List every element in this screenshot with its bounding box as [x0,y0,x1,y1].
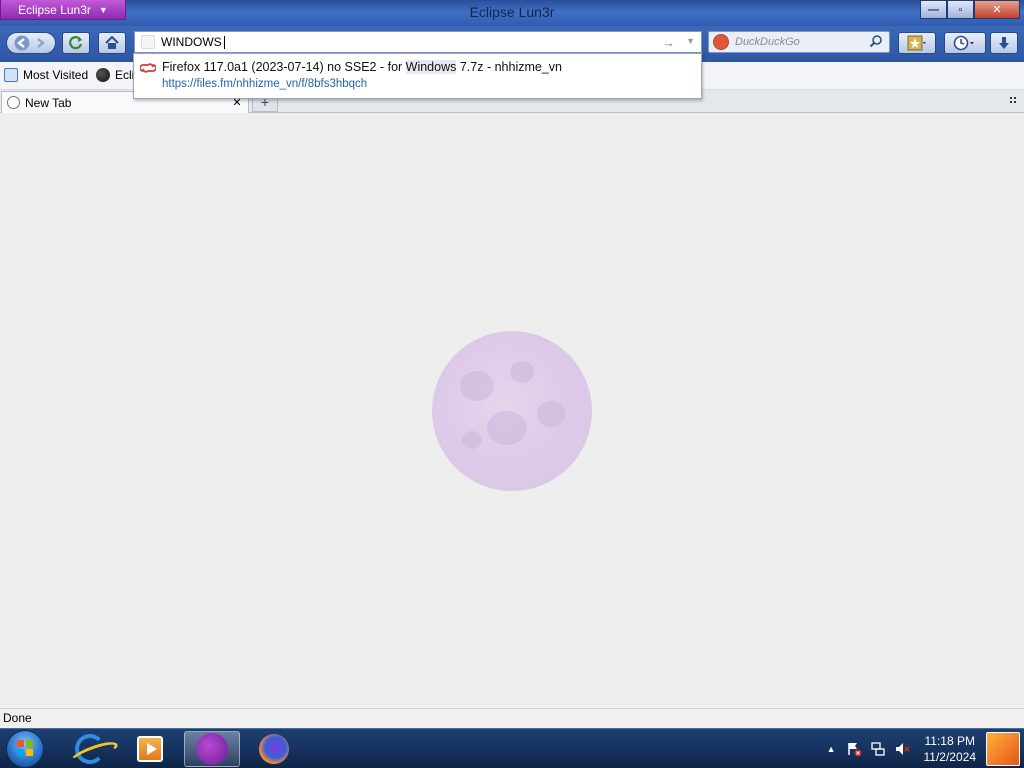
maximize-button[interactable]: ▫ [947,0,974,19]
moon-crater [510,361,534,383]
home-button[interactable] [98,32,126,54]
bookmark-most-visited[interactable]: Most Visited [4,68,88,82]
autocomplete-title-text: Firefox 117.0a1 (2023-07-14) no SSE2 - f… [162,60,406,74]
system-tray: ▲ 11:18 PM 11/2/2024 [827,729,1024,768]
taskbar-clock[interactable]: 11:18 PM 11/2/2024 [924,733,977,765]
taskbar: ▲ 11:18 PM 11/2/2024 [0,728,1024,768]
clock-time: 11:18 PM [924,734,975,748]
show-desktop-button[interactable] [986,732,1020,766]
minimize-icon: — [928,3,939,16]
tab-grid-icon[interactable] [1009,96,1018,105]
moon-crater [487,411,527,445]
page-icon [141,35,155,49]
media-player-icon [137,736,163,762]
action-center-flag-icon[interactable] [846,741,862,757]
windows-logo-icon [16,739,34,760]
search-placeholder: DuckDuckGo [735,36,800,48]
internet-explorer-icon [75,734,105,764]
back-forward-group [6,32,56,54]
duckduckgo-icon[interactable] [713,34,729,50]
maximize-icon: ▫ [958,3,963,16]
forward-arrow-icon[interactable] [34,36,48,50]
clock-date: 11/2/2024 [923,750,977,764]
downloads-button[interactable] [990,32,1018,54]
url-history-dropdown-icon[interactable]: ▼ [686,36,695,46]
history-menu-button[interactable] [944,32,986,54]
bookmark-label: Ecli [115,68,135,82]
go-arrow-icon[interactable]: → [662,35,675,50]
bookmark-eclipse[interactable]: Ecli [96,68,134,82]
url-input[interactable]: WINDOWS [161,34,225,50]
autocomplete-title-text: 7.7z - nhhizme_vn [456,60,562,74]
autocomplete-title-match: Windows [405,60,457,74]
close-icon: ✕ [992,4,1002,16]
eclipse-icon [96,68,110,82]
network-icon[interactable] [870,741,886,757]
autocomplete-title: Firefox 117.0a1 (2023-07-14) no SSE2 - f… [162,60,562,74]
download-arrow-icon [996,35,1012,51]
globe-icon [7,96,20,109]
files-fm-icon [139,62,157,73]
autocomplete-url: https://files.fm/nhhizme_vn/f/8bfs3hbqch [162,78,368,90]
minimize-button[interactable]: — [920,0,947,19]
most-visited-icon [4,68,18,82]
text-cursor [223,36,225,50]
clock-history-icon [953,35,977,51]
eclipse-moon-logo [432,331,592,491]
firefox-icon [259,734,289,764]
taskbar-media-player[interactable] [122,731,178,767]
close-button[interactable]: ✕ [974,0,1020,19]
url-input-value: WINDOWS [161,34,222,49]
url-bar[interactable]: WINDOWS → ▼ [134,31,702,53]
title-bar: Eclipse Lun3r ▼ Eclipse Lun3r — ▫ ✕ [0,0,1024,26]
bookmark-star-icon [907,35,927,51]
reload-button[interactable] [62,32,90,54]
start-button[interactable] [6,730,44,768]
moon-crater [460,371,494,401]
bookmark-label: Most Visited [23,68,89,82]
show-hidden-icons-button[interactable]: ▲ [827,744,836,754]
reload-icon [68,35,84,51]
moon-crater [462,431,482,449]
home-icon [104,35,120,51]
search-bar[interactable]: DuckDuckGo [708,31,890,53]
eclipse-lun3r-icon [196,733,228,765]
back-arrow-icon[interactable] [14,35,30,51]
window-controls: — ▫ ✕ [920,0,1020,19]
moon-crater [537,401,565,427]
url-autocomplete-popup: Firefox 117.0a1 (2023-07-14) no SSE2 - f… [133,53,702,99]
search-magnifier-icon[interactable] [869,34,883,51]
status-bar: Done [0,708,1024,728]
taskbar-eclipse-lun3r[interactable] [184,731,240,767]
page-content [0,113,1024,708]
taskbar-firefox[interactable] [246,731,302,767]
window-title: Eclipse Lun3r [469,4,555,20]
bookmarks-menu-button[interactable] [898,32,936,54]
taskbar-internet-explorer[interactable] [62,731,118,767]
volume-muted-icon[interactable] [894,741,910,757]
